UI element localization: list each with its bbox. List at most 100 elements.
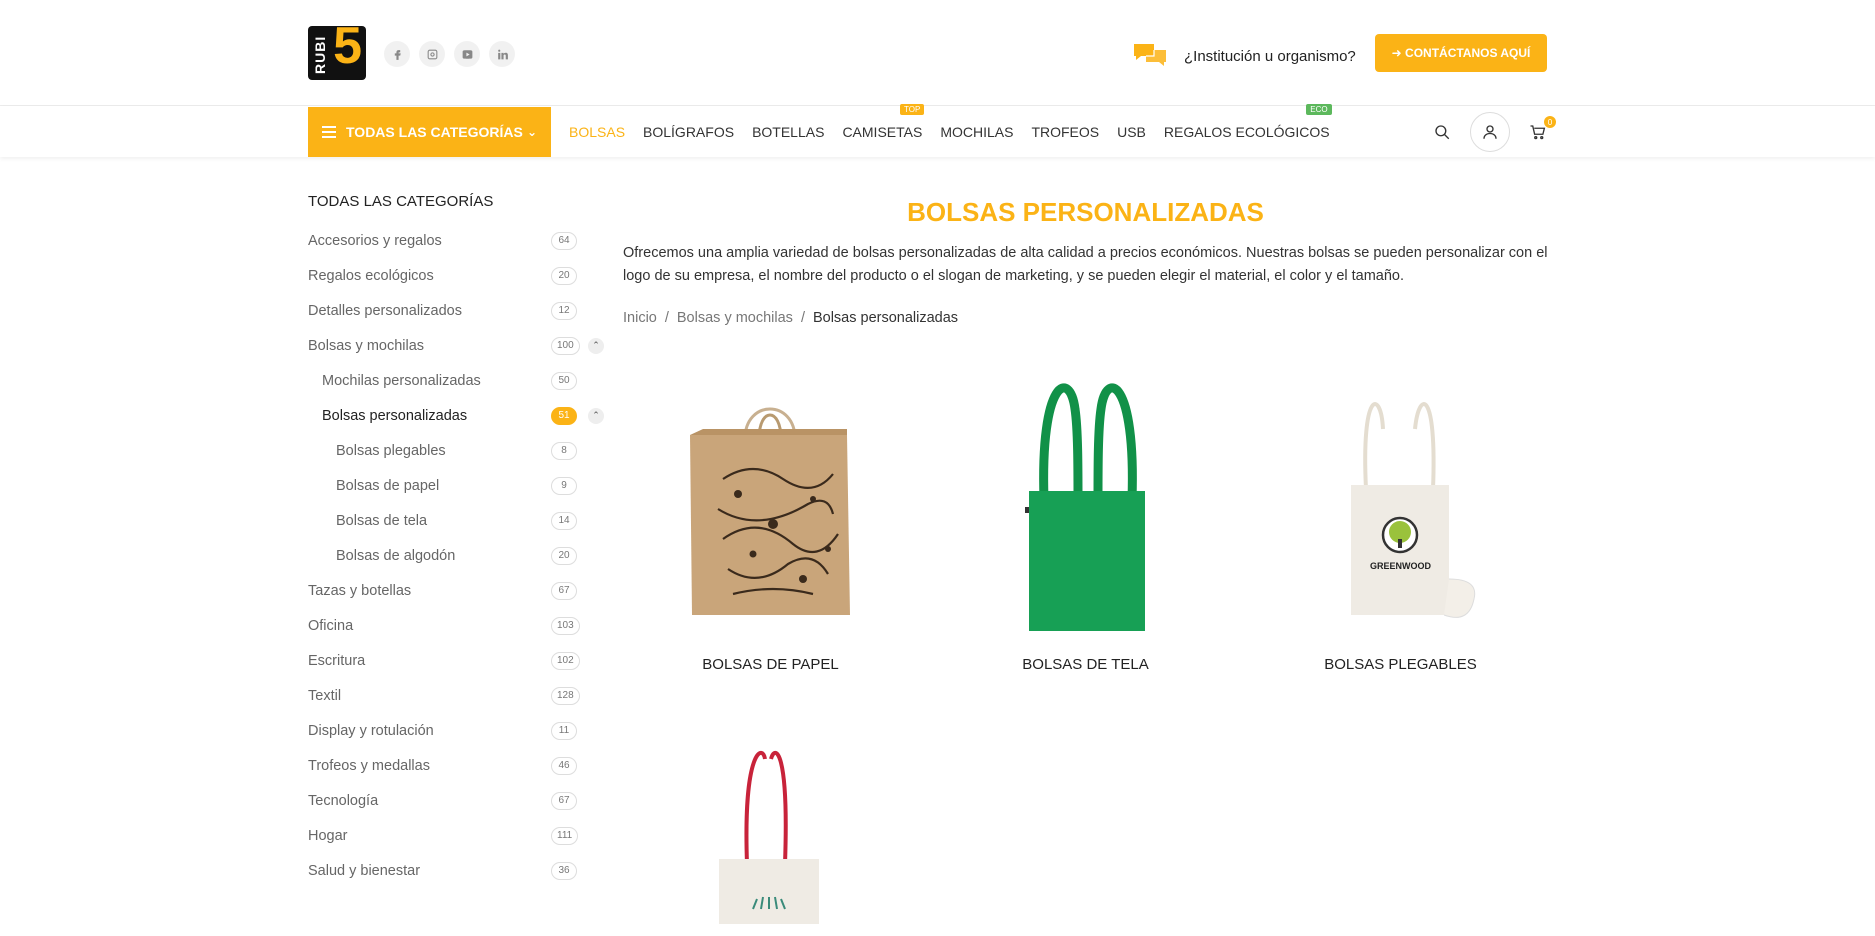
cart-count: 0 [1544,116,1556,128]
cart-icon[interactable]: 0 [1524,116,1556,146]
sidebar-item[interactable]: Regalos ecológicos 20 [308,258,603,293]
sidebar-item[interactable]: Hogar 111 [308,818,603,853]
sidebar-item-label[interactable]: Salud y bienestar [308,863,420,879]
instagram-icon[interactable] [419,41,445,67]
breadcrumb-bolsas-y-mochilas[interactable]: Bolsas y mochilas [677,310,793,326]
sidebar-item-label[interactable]: Bolsas personalizadas [322,408,467,424]
product-card-bolsas-de-papel[interactable]: BOLSAS DE PAPEL [623,369,918,673]
sidebar-item-count: 67 [551,791,577,810]
eco-badge: ECO [1306,103,1332,115]
sidebar-item-label[interactable]: Trofeos y medallas [308,758,430,774]
sidebar-item-label[interactable]: Display y rotulación [308,723,434,739]
sidebar-item[interactable]: Tazas y botellas 67 [308,573,603,608]
sidebar-item[interactable]: Escritura 102 [308,643,603,678]
sidebar-item-count: 46 [551,756,577,775]
sidebar-item[interactable]: Bolsas personalizadas 51 ⌃ [308,398,604,433]
sidebar-item[interactable]: Accesorios y regalos 64 [308,223,603,258]
paper-bag-image[interactable] [623,369,918,644]
sidebar-item-count: 51 [551,406,577,425]
sidebar-item-label[interactable]: Escritura [308,653,365,669]
sidebar-item[interactable]: Trofeos y medallas 46 [308,748,603,783]
sidebar-item-count: 50 [551,371,577,390]
youtube-icon[interactable] [454,41,480,67]
category-sidebar: TODAS LAS CATEGORÍAS Accesorios y regalo… [308,193,604,888]
nav-link-boligrafos[interactable]: BOLÍGRAFOS [643,124,734,140]
product-name[interactable]: BOLSAS DE TELA [938,656,1233,673]
category-description: Ofrecemos una amplia variedad de bolsas … [623,245,1548,284]
green-tote-image[interactable] [938,369,1233,644]
sidebar-item-count: 128 [551,686,580,705]
category-list: Accesorios y regalos 64 Regalos ecológicos… [308,223,604,888]
contact-button[interactable]: ➜ CONTÁCTANOS AQUÍ [1375,34,1547,72]
social-links [384,41,515,67]
sidebar-item-label[interactable]: Bolsas de papel [336,478,439,494]
product-name[interactable]: BOLSAS DE PAPEL [623,656,918,673]
all-categories-label: TODAS LAS CATEGORÍAS [346,124,523,140]
sidebar-item-label[interactable]: Bolsas y mochilas [308,338,424,354]
logo-number: 5 [333,26,362,75]
sidebar-item[interactable]: Textil 128 [308,678,603,713]
sidebar-item[interactable]: Tecnología 67 [308,783,603,818]
greenwood-print: GREENWOOD [1369,561,1431,571]
nav-link-botellas[interactable]: BOTELLAS [752,124,824,140]
site-logo[interactable]: RUBI 5 [308,26,366,80]
product-name[interactable]: BOLSAS PLEGABLES [1253,656,1548,673]
top-badge: TOP [900,103,925,115]
sidebar-title: TODAS LAS CATEGORÍAS [308,193,494,210]
sidebar-item-label[interactable]: Oficina [308,618,353,634]
nav-link-usb[interactable]: USB [1117,124,1146,140]
sidebar-item[interactable]: Salud y bienestar 36 [308,853,603,888]
sidebar-item[interactable]: Mochilas personalizadas 50 [308,363,603,398]
linkedin-icon[interactable] [489,41,515,67]
sidebar-item-label[interactable]: Accesorios y regalos [308,233,442,249]
sidebar-item-label[interactable]: Textil [308,688,341,704]
breadcrumb-home[interactable]: Inicio [623,310,657,326]
product-card-bolsas-de-tela[interactable]: BOLSAS DE TELA [938,369,1233,673]
sidebar-item-label[interactable]: Bolsas plegables [336,443,446,459]
sidebar-item-count: 67 [551,581,577,600]
nav-icons: 0 [1428,112,1556,152]
nav-link-mochilas[interactable]: MOCHILAS [940,124,1013,140]
chevron-up-icon[interactable]: ⌃ [588,337,604,354]
nav-link-bolsas[interactable]: BOLSAS [569,124,625,140]
sidebar-item-label[interactable]: Tazas y botellas [308,583,411,599]
nav-link-regalos-ecologicos[interactable]: REGALOS ECOLÓGICOS ECO [1164,103,1332,140]
breadcrumb-current: Bolsas personalizadas [812,310,959,326]
sidebar-item[interactable]: Bolsas de papel 9 [308,468,603,503]
breadcrumb: Inicio / Bolsas y mochilas / Bolsas pers… [623,310,959,326]
sidebar-item[interactable]: Oficina 103 [308,608,603,643]
sidebar-item[interactable]: Display y rotulación 11 [308,713,603,748]
product-card-bolsas-de-algodon[interactable] [623,749,918,936]
product-card-bolsas-plegables[interactable]: GREENWOOD BOLSAS PLEGABLES [1253,369,1548,673]
logo-text: RUBI [312,35,328,74]
main-nav: TODAS LAS CATEGORÍAS ⌄ BOLSAS BOLÍGRAFOS… [0,103,1875,157]
sidebar-item-count: 11 [551,721,577,740]
sidebar-item[interactable]: Bolsas de tela 14 [308,503,603,538]
institution-text: ¿Institución u organismo? [1184,48,1356,65]
sidebar-item[interactable]: Detalles personalizados 12 [308,293,603,328]
sidebar-item-label[interactable]: Regalos ecológicos [308,268,434,284]
search-icon[interactable] [1428,118,1456,146]
sidebar-item[interactable]: Bolsas plegables 8 [308,433,603,468]
sidebar-item-label[interactable]: Detalles personalizados [308,303,462,319]
foldable-bag-image[interactable]: GREENWOOD [1253,369,1548,644]
nav-link-trofeos[interactable]: TROFEOS [1031,124,1099,140]
sidebar-item-label[interactable]: Hogar [308,828,348,844]
sidebar-item[interactable]: Bolsas y mochilas 100 ⌃ [308,328,604,363]
sidebar-item-count: 36 [551,861,577,880]
chevron-up-icon[interactable]: ⌃ [588,407,604,424]
user-account-icon[interactable] [1470,112,1510,152]
chat-bubbles-icon [1132,41,1168,72]
sidebar-item-label[interactable]: Mochilas personalizadas [322,373,481,389]
nav-link-camisetas[interactable]: CAMISETAS TOP [842,103,925,140]
cotton-bag-image[interactable] [623,749,918,924]
sidebar-item-count: 20 [551,266,577,285]
sidebar-item-label[interactable]: Bolsas de algodón [336,548,455,564]
sidebar-item-label[interactable]: Tecnología [308,793,378,809]
all-categories-dropdown[interactable]: TODAS LAS CATEGORÍAS ⌄ [308,107,551,157]
sidebar-item[interactable]: Bolsas de algodón 20 [308,538,603,573]
sidebar-item-label[interactable]: Bolsas de tela [336,513,427,529]
page-title: BOLSAS PERSONALIZADAS [907,197,1264,227]
facebook-icon[interactable] [384,41,410,67]
sidebar-item-count: 100 [551,336,580,355]
